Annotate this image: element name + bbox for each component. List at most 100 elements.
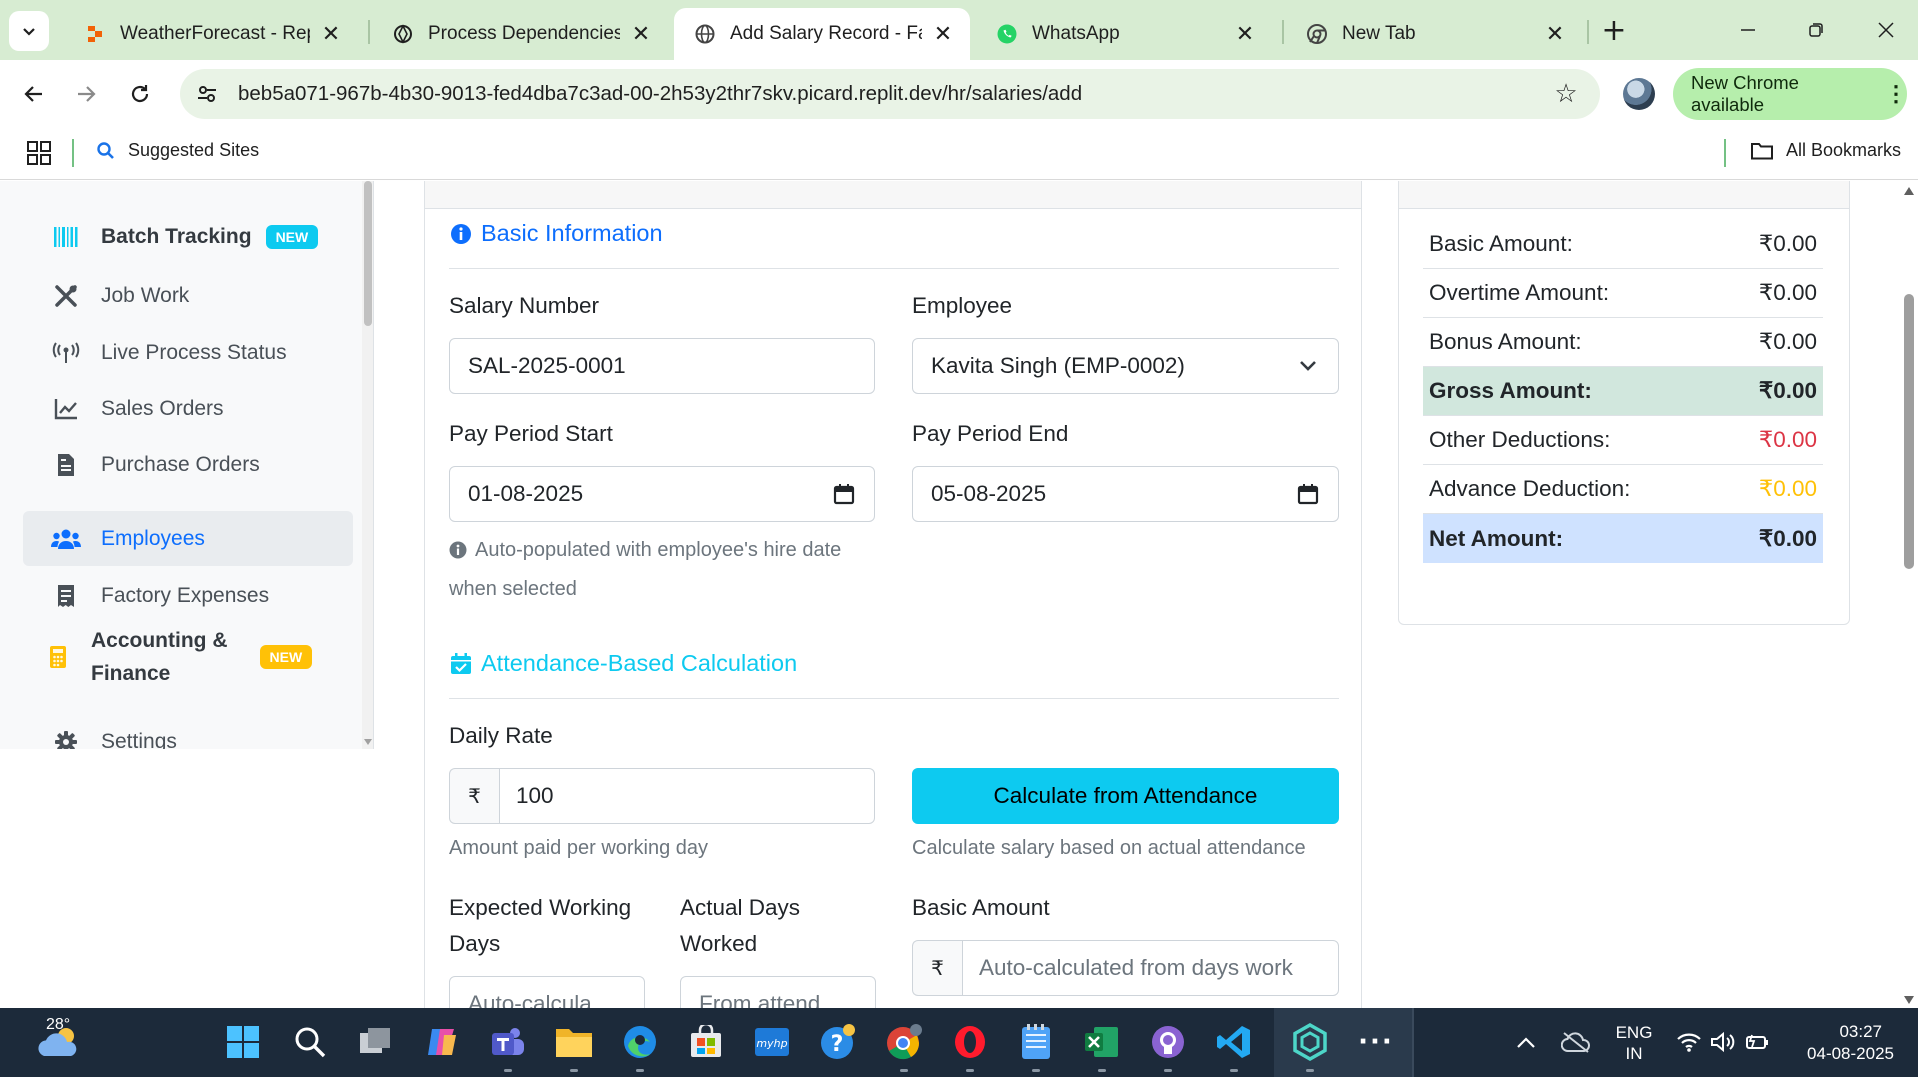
avatar[interactable] [1623,78,1655,110]
chrome-icon [887,1024,922,1060]
section-title-text: Basic Information [481,220,663,246]
pay-period-start-value: 01-08-2025 [468,481,584,506]
page-scrollbar-thumb[interactable] [1904,294,1914,569]
pay-period-end-input[interactable]: 05-08-2025 [912,466,1339,522]
apps-grid-icon[interactable] [26,140,52,166]
tab-new-tab[interactable]: New Tab ✕ [1286,8,1582,60]
sidebar-item-label: Batch Tracking [101,224,252,248]
search-icon [97,141,114,159]
tab-whatsapp[interactable]: WhatsApp ✕ [976,8,1272,60]
get-help-app[interactable]: ? [816,1020,860,1064]
summary-label: Gross Amount: [1429,378,1592,403]
microsoft-store-app[interactable] [684,1020,728,1064]
edge-app[interactable] [618,1020,662,1072]
lang-line2: IN [1625,1044,1643,1063]
teams-app[interactable] [486,1020,530,1072]
tab-search-button[interactable] [9,11,49,51]
close-icon[interactable]: ✕ [932,22,954,47]
page-scrollbar[interactable] [1900,181,1918,1008]
taskbar-search-button[interactable] [288,1020,332,1064]
clock[interactable]: 03:27 04-08-2025 [1790,1021,1900,1065]
close-window-button[interactable] [1866,12,1906,48]
summary-row-basic: Basic Amount: ₹0.00 [1423,220,1823,269]
tab-add-salary-record[interactable]: Add Salary Record - Facto ✕ [674,8,970,60]
show-hidden-icons-button[interactable] [1504,1020,1548,1064]
sidebar-item-live-process-status[interactable]: Live Process Status [23,325,353,380]
active-app[interactable] [1288,1020,1332,1072]
site-info-button[interactable] [187,74,227,114]
sidebar-item-purchase-orders[interactable]: Purchase Orders [23,437,353,492]
sidebar-item-job-work[interactable]: Job Work [23,268,353,323]
excel-app[interactable] [1080,1020,1124,1072]
chevron-up-icon[interactable] [1904,187,1914,195]
more-apps-button[interactable]: ··· [1354,1020,1398,1064]
quick-settings-button[interactable] [1668,1020,1778,1064]
close-icon[interactable]: ✕ [1544,22,1566,47]
copilot-app[interactable] [420,1020,464,1064]
file-explorer-app[interactable] [552,1020,596,1072]
all-bookmarks-button[interactable]: All Bookmarks [1750,140,1901,161]
sidebar-item-batch-tracking[interactable]: Batch Tracking NEW [23,209,353,264]
daily-rate-input[interactable]: 100 [499,768,875,824]
tab-process-dependencies[interactable]: Process Dependencies O ✕ [372,8,668,60]
myhp-app[interactable]: myhp [750,1020,794,1064]
notepad-app[interactable] [1014,1020,1058,1072]
tab-title: New Tab [1342,23,1416,44]
language-indicator[interactable]: ENG IN [1604,1022,1664,1064]
calendar-icon[interactable] [1296,482,1320,506]
github-desktop-app[interactable] [1146,1020,1190,1072]
salary-number-input[interactable]: SAL-2025-0001 [449,338,875,394]
close-icon[interactable]: ✕ [320,22,342,47]
close-icon[interactable]: ✕ [630,22,652,47]
restore-icon [1809,23,1823,37]
restore-button[interactable] [1796,12,1836,48]
cloud-icon [1561,1032,1590,1053]
calculate-help: Calculate salary based on actual attenda… [912,837,1306,859]
sidebar-item-label: Purchase Orders [101,452,260,476]
windows-taskbar: 28° myhp ? ··· ENG IN 03:27 04-08-2025 [0,1008,1918,1077]
calculator-icon [41,642,75,672]
address-bar[interactable]: beb5a071-967b-4b30-9013-fed4dba7c3ad-00-… [180,69,1600,119]
actual-days-worked-input[interactable]: From attend [680,976,876,1008]
sidebar-item-factory-expenses[interactable]: Factory Expenses [23,568,353,623]
bookmark-star-button[interactable]: ☆ [1546,74,1586,114]
taskbar-divider [1412,1008,1414,1077]
search-icon [295,1027,326,1058]
onedrive-button[interactable] [1554,1020,1598,1064]
sidebar-item-accounting-finance[interactable]: Accounting & Finance NEW [23,621,353,693]
forward-button[interactable] [66,74,106,114]
employee-label: Employee [912,293,1013,318]
task-view-button[interactable] [354,1020,398,1064]
calculate-from-attendance-button[interactable]: Calculate from Attendance [912,768,1339,824]
bookmark-suggested-sites[interactable]: Suggested Sites [96,140,259,161]
chrome-app[interactable] [882,1020,926,1072]
vscode-app[interactable] [1212,1020,1256,1072]
back-button[interactable] [14,74,54,114]
sidebar-scrollbar[interactable] [362,181,373,749]
basic-amount-input[interactable]: Auto-calculated from days work [962,940,1339,996]
employee-selected-value: Kavita Singh (EMP-0002) [931,353,1185,378]
chevron-down-icon[interactable] [364,739,372,745]
sidebar-item-settings[interactable]: Settings [23,714,353,749]
summary-card-header [1399,181,1849,209]
expected-working-days-input[interactable]: Auto-calcula [449,976,645,1008]
url-text[interactable]: beb5a071-967b-4b30-9013-fed4dba7c3ad-00-… [238,82,1546,106]
sidebar-item-employees[interactable]: Employees [23,511,353,566]
reload-button[interactable] [120,74,160,114]
tab-weatherforecast[interactable]: WeatherForecast - Replit ✕ [64,8,358,60]
new-tab-button[interactable]: + [1596,12,1632,48]
sidebar-item-sales-orders[interactable]: Sales Orders [23,381,353,436]
weather-widget[interactable]: 28° [24,1016,94,1064]
new-chrome-available-button[interactable]: New Chrome available ⋮ [1673,68,1907,120]
pay-period-start-input[interactable]: 01-08-2025 [449,466,875,522]
calendar-icon[interactable] [832,482,856,506]
start-button[interactable] [221,1020,265,1064]
close-icon[interactable]: ✕ [1234,22,1256,47]
actual-days-label-line2: Worked [680,931,758,956]
task-view-icon [360,1028,390,1053]
employee-select[interactable]: Kavita Singh (EMP-0002) [912,338,1339,394]
sidebar-scrollbar-thumb[interactable] [364,181,372,326]
chevron-down-icon[interactable] [1904,996,1914,1004]
opera-app[interactable] [948,1020,992,1072]
minimize-button[interactable] [1728,12,1768,48]
